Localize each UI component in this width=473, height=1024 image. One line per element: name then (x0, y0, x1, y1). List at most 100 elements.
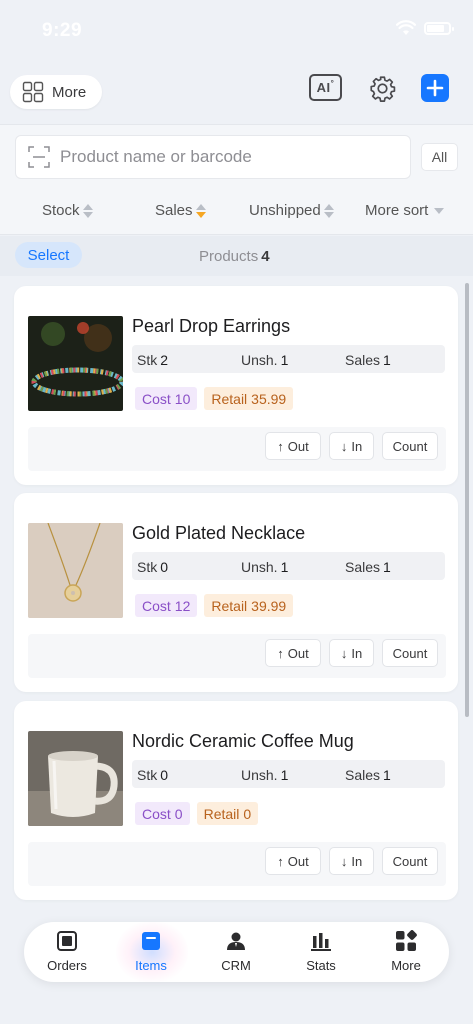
product-actions: ↑ Out ↓ In Count (28, 634, 446, 678)
stock-out-button[interactable]: ↑ Out (265, 639, 321, 667)
ai-assistant-button[interactable]: AI ° (309, 74, 342, 101)
arrow-down-icon: ↓ (340, 438, 348, 454)
products-count-value: 4 (261, 248, 270, 265)
plus-icon (426, 79, 444, 97)
ai-label: AI (316, 80, 331, 95)
sales-stat: Sales 1 (345, 352, 391, 368)
product-card[interactable]: Pearl Drop Earrings Stk 2 Unsh. 1 Sales 1 C… (14, 286, 458, 485)
tab-orders[interactable]: Orders (32, 930, 102, 973)
list-header: Select Products 4 (0, 236, 473, 276)
scrollbar[interactable] (465, 283, 469, 717)
product-stats: Stk 2 Unsh. 1 Sales 1 (132, 345, 445, 373)
sort-stock-label: Stock (42, 202, 80, 219)
bottom-tab-bar: Orders Items CRM Stats More (24, 922, 449, 982)
stock-in-button[interactable]: ↓ In (329, 639, 374, 667)
arrow-down-icon: ↓ (340, 645, 348, 661)
tab-more-label: More (391, 958, 421, 973)
orders-icon (56, 930, 78, 952)
select-button[interactable]: Select (15, 242, 82, 268)
add-product-button[interactable] (421, 74, 449, 102)
sort-sales[interactable]: Sales (155, 202, 206, 219)
product-image[interactable] (28, 731, 123, 826)
status-bar: 9:29 (0, 0, 473, 60)
more-grid-icon (395, 930, 417, 952)
stock-out-button[interactable]: ↑ Out (265, 432, 321, 460)
gear-icon[interactable] (369, 75, 396, 102)
price-tags: Cost 12 Retail 39.99 (135, 594, 294, 617)
more-menu-button[interactable]: More (10, 75, 103, 109)
sort-stock[interactable]: Stock (42, 202, 93, 219)
retail-tag: Retail 0 (196, 802, 259, 825)
sort-sales-label: Sales (155, 202, 193, 219)
retail-tag: Retail 35.99 (204, 387, 294, 410)
stock-count-button[interactable]: Count (382, 639, 438, 667)
items-icon (140, 930, 162, 952)
product-card[interactable]: Gold Plated Necklace Stk 0 Unsh. 1 Sales 1 … (14, 493, 458, 692)
cost-tag: Cost 0 (135, 802, 190, 825)
product-actions: ↑ Out ↓ In Count (28, 427, 446, 471)
tab-stats[interactable]: Stats (286, 930, 356, 973)
price-tags: Cost 0 Retail 0 (135, 802, 259, 825)
arrow-up-icon: ↑ (277, 645, 284, 661)
battery-icon (424, 21, 454, 35)
search-input[interactable] (60, 147, 390, 167)
more-sort-label: More sort (365, 202, 429, 219)
search-field[interactable] (15, 135, 411, 179)
product-name[interactable]: Pearl Drop Earrings (132, 316, 290, 337)
stock-stat: Stk 0 (137, 559, 169, 575)
crm-icon (225, 930, 247, 952)
tab-crm[interactable]: CRM (201, 930, 271, 973)
arrow-up-icon: ↑ (277, 438, 284, 454)
product-image[interactable] (28, 523, 123, 618)
status-time: 9:29 (42, 20, 83, 41)
stock-in-button[interactable]: ↓ In (329, 847, 374, 875)
stock-count-button[interactable]: Count (382, 432, 438, 460)
sort-unshipped[interactable]: Unshipped (249, 202, 334, 219)
stock-count-button[interactable]: Count (382, 847, 438, 875)
status-icons (396, 20, 454, 36)
sort-arrows-icon (323, 203, 334, 218)
product-stats: Stk 0 Unsh. 1 Sales 1 (132, 760, 445, 788)
tab-items-label: Items (135, 958, 167, 973)
stock-out-button[interactable]: ↑ Out (265, 847, 321, 875)
products-count: Products 4 (199, 248, 270, 265)
more-sort-dropdown[interactable]: More sort (365, 202, 445, 219)
tab-orders-label: Orders (47, 958, 87, 973)
sort-unshipped-label: Unshipped (249, 202, 321, 219)
sort-bar: Stock Sales Unshipped More sort (0, 189, 473, 235)
sort-arrows-icon (82, 203, 93, 218)
unshipped-stat: Unsh. 1 (241, 767, 289, 783)
tab-stats-label: Stats (306, 958, 336, 973)
cost-tag: Cost 10 (135, 387, 198, 410)
product-stats: Stk 0 Unsh. 1 Sales 1 (132, 552, 445, 580)
retail-tag: Retail 39.99 (204, 594, 294, 617)
tab-crm-label: CRM (221, 958, 251, 973)
caret-down-icon (434, 207, 445, 214)
top-bar: More AI ° (0, 74, 473, 110)
price-tags: Cost 10 Retail 35.99 (135, 387, 294, 410)
product-image[interactable] (28, 316, 123, 411)
sort-arrows-icon (195, 203, 206, 218)
stock-stat: Stk 2 (137, 352, 169, 368)
stock-stat: Stk 0 (137, 767, 169, 783)
products-count-label: Products (199, 248, 259, 265)
sales-stat: Sales 1 (345, 767, 391, 783)
unshipped-stat: Unsh. 1 (241, 352, 289, 368)
apps-icon (22, 81, 44, 103)
tab-items[interactable]: Items (116, 930, 186, 973)
sales-stat: Sales 1 (345, 559, 391, 575)
product-actions: ↑ Out ↓ In Count (28, 842, 446, 886)
product-card[interactable]: Nordic Ceramic Coffee Mug Stk 0 Unsh. 1 Sa… (14, 701, 458, 900)
barcode-scan-icon[interactable] (28, 146, 50, 168)
arrow-up-icon: ↑ (277, 853, 284, 869)
arrow-down-icon: ↓ (340, 853, 348, 869)
filter-all-button[interactable]: All (421, 143, 458, 171)
cost-tag: Cost 12 (135, 594, 198, 617)
product-name[interactable]: Nordic Ceramic Coffee Mug (132, 731, 354, 752)
stats-icon (310, 930, 332, 952)
more-menu-label: More (52, 83, 87, 101)
unshipped-stat: Unsh. 1 (241, 559, 289, 575)
product-name[interactable]: Gold Plated Necklace (132, 523, 305, 544)
stock-in-button[interactable]: ↓ In (329, 432, 374, 460)
tab-more[interactable]: More (371, 930, 441, 973)
